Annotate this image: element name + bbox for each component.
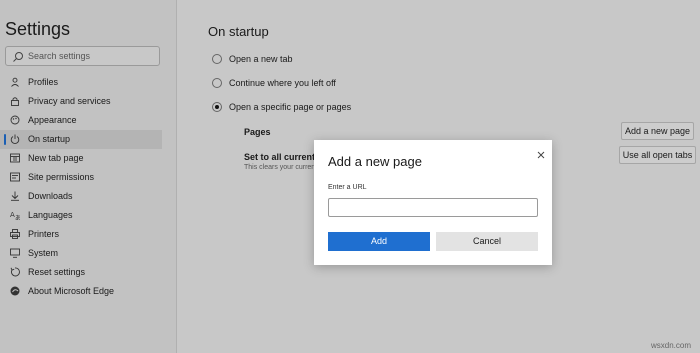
sidebar-item-label: Profiles [28,77,59,87]
sidebar-item-languages[interactable]: Aあ Languages [0,206,176,225]
sidebar-item-label: Languages [28,210,73,220]
page-title: On startup [208,24,269,39]
add-new-page-button[interactable]: Add a new page [621,122,694,140]
dialog-title: Add a new page [328,154,422,169]
new-tab-icon [10,153,20,163]
sidebar-nav: Profiles Privacy and services Appearance… [0,73,176,301]
power-icon [10,134,20,144]
radio-label: Open a specific page or pages [229,102,352,112]
sidebar-item-label: Reset settings [28,267,86,277]
set-all-label: Set to all currently [244,152,323,162]
reset-icon [10,267,20,277]
languages-icon: Aあ [10,210,21,222]
radio-label: Continue where you left off [229,78,336,88]
pages-label: Pages [244,127,271,137]
svg-text:あ: あ [15,215,20,220]
sidebar-item-label: On startup [28,134,71,144]
sidebar-item-label: Appearance [28,115,77,125]
close-icon[interactable] [536,147,546,159]
sidebar-item-label: Printers [28,229,60,239]
sidebar-item-label: New tab page [28,153,84,163]
sidebar-item-on-startup[interactable]: On startup [0,130,162,149]
settings-title: Settings [5,19,71,39]
cancel-button[interactable]: Cancel [436,232,538,251]
radio-button[interactable] [212,54,222,64]
site-permissions-icon [10,172,20,182]
sidebar-item-appearance[interactable]: Appearance [0,111,176,130]
sidebar-item-printers[interactable]: Printers [0,225,176,244]
url-field-label: Enter a URL [328,184,367,191]
sidebar-item-about[interactable]: About Microsoft Edge [0,282,176,301]
search-icon [12,50,24,68]
radio-button[interactable] [212,102,222,112]
sidebar-item-label: About Microsoft Edge [28,286,115,296]
printer-icon [10,229,20,239]
add-page-dialog: Add a new page Enter a URL Add Cancel [314,140,552,265]
set-all-description: This clears your current [244,164,318,171]
edge-icon [10,286,20,296]
profile-icon [10,77,20,87]
search-box[interactable]: Search settings [5,46,160,66]
sidebar: Settings Search settings Profiles Privac… [0,0,177,353]
sidebar-item-label: Privacy and services [28,96,111,106]
sidebar-item-label: Site permissions [28,172,95,182]
add-button[interactable]: Add [328,232,430,251]
system-icon [10,248,20,258]
appearance-icon [10,115,20,125]
radio-label: Open a new tab [229,54,293,64]
sidebar-item-label: System [28,248,59,258]
search-input[interactable]: Search settings [28,51,90,61]
use-all-open-tabs-button[interactable]: Use all open tabs [619,146,696,164]
sidebar-item-profiles[interactable]: Profiles [0,73,176,92]
watermark: wsxdn.com [651,341,692,350]
sidebar-item-site-permissions[interactable]: Site permissions [0,168,176,187]
sidebar-item-reset-settings[interactable]: Reset settings [0,263,176,282]
sidebar-item-label: Downloads [28,191,73,201]
lock-icon [10,96,20,106]
sidebar-item-downloads[interactable]: Downloads [0,187,176,206]
download-icon [10,191,20,201]
url-input[interactable] [328,198,538,217]
sidebar-item-new-tab-page[interactable]: New tab page [0,149,176,168]
sidebar-item-system[interactable]: System [0,244,176,263]
sidebar-item-privacy[interactable]: Privacy and services [0,92,176,111]
radio-button[interactable] [212,78,222,88]
